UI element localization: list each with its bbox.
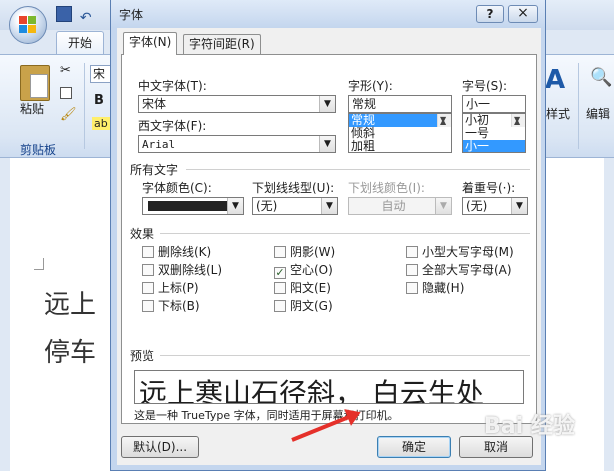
double-strikethrough-checkbox[interactable]: 双删除线(L)	[142, 261, 222, 278]
chevron-down-icon[interactable]: ▼	[321, 198, 337, 214]
font-size-option[interactable]: 小一	[463, 140, 525, 152]
checkbox-box[interactable]	[142, 264, 154, 276]
chevron-down-icon[interactable]: ▼	[319, 136, 335, 152]
checkbox-box[interactable]	[142, 246, 154, 258]
ok-button[interactable]: 确定	[377, 436, 451, 458]
checkbox-box[interactable]	[142, 282, 154, 294]
checkbox-box[interactable]	[406, 246, 418, 258]
chevron-down-icon[interactable]: ▼	[319, 96, 335, 112]
preview-text: 远上寒山石径斜， 白云生处	[139, 377, 484, 404]
tab-character-spacing[interactable]: 字符间距(R)	[183, 34, 261, 54]
hidden-checkbox[interactable]: 隐藏(H)	[406, 279, 464, 296]
default-button[interactable]: 默认(D)...	[121, 436, 199, 458]
document-margin	[604, 158, 614, 471]
chevron-down-icon[interactable]: ▼	[227, 198, 243, 214]
superscript-checkbox[interactable]: 上标(P)	[142, 279, 199, 296]
small-caps-checkbox[interactable]: 小型大写字母(M)	[406, 243, 514, 260]
font-style-input[interactable]: 常规	[348, 95, 452, 113]
save-icon[interactable]	[56, 6, 72, 22]
format-painter-icon[interactable]: 🖌	[60, 107, 77, 122]
outline-checkbox[interactable]: ✓ 空心(O)	[274, 261, 333, 279]
bold-button[interactable]: B	[94, 93, 104, 108]
section-divider	[160, 233, 530, 234]
underline-color-select: 自动 ▼	[348, 197, 452, 215]
underline-color-label: 下划线颜色(I):	[348, 181, 425, 195]
font-style-option[interactable]: 加粗	[349, 140, 451, 153]
color-swatch	[148, 201, 228, 211]
document-margin	[0, 158, 10, 471]
highlight-icon[interactable]: ab	[92, 117, 110, 130]
tab-home[interactable]: 开始	[56, 31, 104, 55]
help-button[interactable]: ?	[476, 5, 504, 23]
preview-header: 预览	[130, 349, 155, 363]
chinese-font-label: 中文字体(T):	[138, 79, 207, 93]
checkbox-box[interactable]	[406, 264, 418, 276]
checkbox-box[interactable]	[406, 282, 418, 294]
dialog-client: 字体(N) 字符间距(R) 中文字体(T): 宋体 ▼ 西文字体(F): Aria…	[117, 28, 541, 465]
effects-header: 效果	[130, 227, 155, 241]
font-size-list[interactable]: 小初 一号 小一 ▲ ▼	[462, 113, 526, 153]
find-icon[interactable]: 🔍	[590, 67, 612, 88]
chevron-down-icon: ▼	[435, 198, 451, 214]
western-font-select[interactable]: Arial ▼	[138, 135, 336, 153]
underline-style-label: 下划线线型(U):	[252, 181, 335, 195]
strikethrough-checkbox[interactable]: 删除线(K)	[142, 243, 211, 260]
checkbox-box[interactable]	[274, 246, 286, 258]
engrave-checkbox[interactable]: 阴文(G)	[274, 297, 333, 314]
checkmark-icon[interactable]: ✓	[274, 267, 286, 279]
font-dialog: 字体 ? × 字体(N) 字符间距(R) 中文字体(T): 宋体 ▼ 西文字体(F…	[110, 0, 546, 471]
emphasis-mark-label: 着重号(·):	[462, 181, 516, 195]
paste-button-label[interactable]: 粘贴	[20, 100, 44, 117]
font-style-list[interactable]: 常规 倾斜 加粗 ▲ ▼	[348, 113, 452, 153]
office-logo-icon	[19, 16, 37, 34]
all-caps-checkbox[interactable]: 全部大写字母(A)	[406, 261, 512, 278]
group-separator	[84, 63, 85, 149]
editing-label[interactable]: 编辑	[586, 105, 610, 122]
chinese-font-select[interactable]: 宋体 ▼	[138, 95, 336, 113]
underline-style-select[interactable]: (无) ▼	[252, 197, 338, 215]
office-button[interactable]	[9, 6, 47, 44]
subscript-checkbox[interactable]: 下标(B)	[142, 297, 200, 314]
quick-access-toolbar: ↶	[56, 6, 116, 26]
dialog-title: 字体	[119, 8, 144, 22]
font-color-select[interactable]: ▼	[142, 197, 244, 215]
checkbox-box[interactable]	[274, 282, 286, 294]
font-size-label: 字号(S):	[462, 79, 508, 93]
font-tab-panel: 中文字体(T): 宋体 ▼ 西文字体(F): Arial ▼ 字形(Y): 常规 常…	[121, 54, 537, 424]
undo-icon[interactable]: ↶	[80, 11, 96, 27]
tab-font[interactable]: 字体(N)	[123, 32, 178, 55]
document-line-2: 停车	[44, 338, 97, 368]
copy-icon[interactable]	[60, 87, 72, 99]
emphasis-mark-select[interactable]: (无) ▼	[462, 197, 528, 215]
font-style-label: 字形(Y):	[348, 79, 393, 93]
section-divider	[160, 355, 530, 356]
margin-corner-mark	[34, 258, 44, 270]
western-font-label: 西文字体(F):	[138, 119, 207, 133]
font-size-input[interactable]: 小一	[462, 95, 526, 113]
scrollbar[interactable]: ▲ ▼	[511, 114, 525, 127]
close-button[interactable]: ×	[508, 5, 538, 23]
checkbox-box[interactable]	[274, 300, 286, 312]
section-divider	[186, 169, 530, 170]
styles-icon[interactable]: A	[545, 65, 565, 95]
scrollbar[interactable]: ▲ ▼	[437, 114, 451, 127]
font-color-label: 字体颜色(C):	[142, 181, 212, 195]
clipboard-group-label: 剪贴板	[20, 143, 57, 157]
dialog-titlebar[interactable]: 字体 ? ×	[111, 0, 545, 28]
preview-box: 远上寒山石径斜， 白云生处	[134, 370, 524, 404]
all-text-header: 所有文字	[130, 163, 179, 177]
shadow-checkbox[interactable]: 阴影(W)	[274, 243, 335, 260]
checkbox-box[interactable]	[142, 300, 154, 312]
paste-icon[interactable]	[20, 65, 50, 101]
group-separator	[578, 63, 579, 149]
emboss-checkbox[interactable]: 阳文(E)	[274, 279, 331, 296]
document-line-1: 远上	[44, 290, 97, 320]
chevron-down-icon[interactable]: ▼	[511, 198, 527, 214]
watermark: Bai 经验	[484, 414, 575, 439]
styles-label[interactable]: 样式	[546, 105, 570, 122]
cut-icon[interactable]: ✂	[60, 63, 71, 78]
